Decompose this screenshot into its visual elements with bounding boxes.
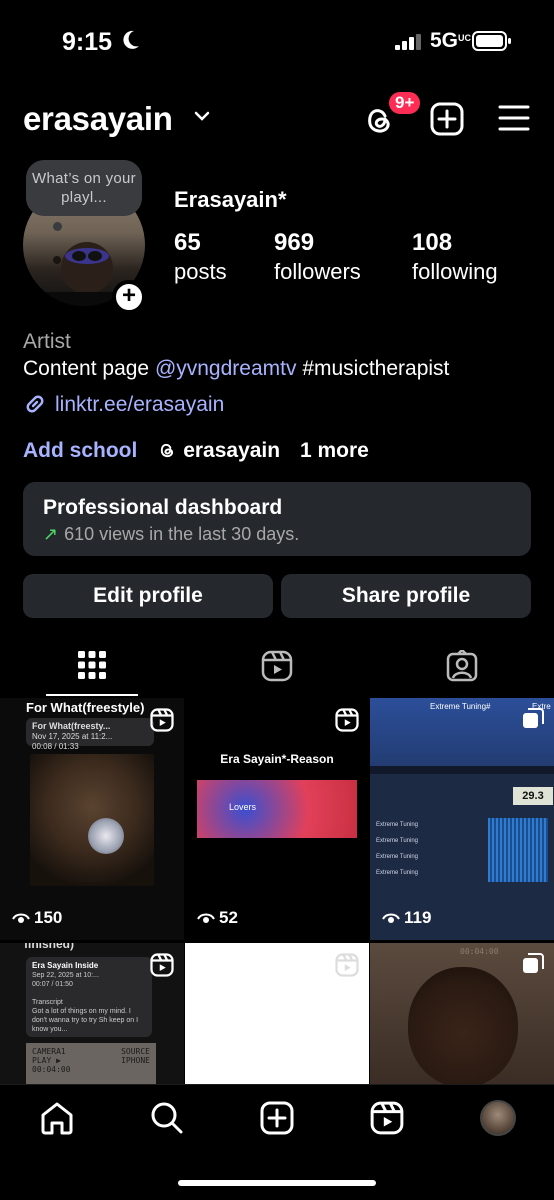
edit-profile-button[interactable]: Edit profile xyxy=(23,574,273,618)
search-icon[interactable] xyxy=(150,1101,184,1135)
link-icon xyxy=(26,395,44,413)
professional-dashboard[interactable]: Professional dashboard ↗ 610 views in the… xyxy=(23,482,531,556)
menu-icon[interactable] xyxy=(498,104,530,132)
stat-value: 969 xyxy=(274,229,315,256)
chevron-down-icon[interactable] xyxy=(194,110,210,122)
view-count: 119 xyxy=(382,908,431,928)
track-label: Extreme Tuning xyxy=(376,838,419,844)
carousel-icon xyxy=(523,708,544,728)
network-type: 5GUC xyxy=(430,29,472,52)
threads-profile-link[interactable]: erasayain xyxy=(157,439,280,462)
post-title: For What(freestyle) xyxy=(26,700,145,715)
eye-icon xyxy=(197,913,215,923)
voice-note-card: For What(freesty... Nov 17, 2025 at 11:2.… xyxy=(26,718,154,751)
grid-post[interactable]: Era Sayain*-Reason Lovers 52 xyxy=(185,698,369,940)
bio-mention-link[interactable]: @yvngdreamtv xyxy=(155,357,297,380)
tagged-icon[interactable] xyxy=(446,650,478,682)
more-links-button[interactable]: 1 more xyxy=(300,439,369,462)
home-icon[interactable] xyxy=(40,1101,74,1135)
reel-icon xyxy=(150,953,174,977)
profile-avatar-area: What’s on your playl... + xyxy=(23,160,146,314)
post-title: Era Sayain*-Reason xyxy=(220,752,334,766)
note-bubble-tail xyxy=(53,222,62,231)
active-tab-indicator xyxy=(46,694,138,696)
profile-links-row: Add school erasayain 1 more xyxy=(23,439,369,463)
username[interactable]: erasayain xyxy=(23,100,173,138)
daw-toolbar xyxy=(370,766,554,774)
daw-lcd: 29.3 xyxy=(513,787,553,805)
bio-link[interactable]: linktr.ee/erasayain xyxy=(23,393,224,417)
bio-text: Content page @yvngdreamtv #musictherapis… xyxy=(23,357,450,380)
track-label: Extreme Tuning xyxy=(376,854,419,860)
stat-posts[interactable]: 65 posts xyxy=(174,229,227,287)
grid-post[interactable]: Extreme Tuning# Extre 29.3 Extreme Tunin… xyxy=(370,698,554,940)
grid-post[interactable]: For What(freestyle) For What(freesty... N… xyxy=(0,698,184,940)
track-label: Extreme Tuning xyxy=(376,870,419,876)
camera-screen: CAMERA1 PLAY ▶ 00:04:00 SOURCE IPHONE xyxy=(26,1043,156,1084)
stat-label: following xyxy=(412,259,498,284)
threads-icon xyxy=(161,443,174,458)
audio-region xyxy=(488,818,548,882)
dashboard-title: Professional dashboard xyxy=(43,496,283,519)
eye-icon xyxy=(382,913,400,923)
battery-icon xyxy=(472,31,511,51)
profile-tabs xyxy=(0,642,554,698)
track-label: Extreme Tuning xyxy=(376,822,419,828)
stat-following[interactable]: 108 following xyxy=(412,229,498,287)
posts-grid: For What(freestyle) For What(freesty... N… xyxy=(0,698,554,1084)
status-time: 9:15 xyxy=(62,28,113,56)
add-school-link[interactable]: Add school xyxy=(23,439,137,462)
reels-icon[interactable] xyxy=(370,1101,404,1135)
stat-label: posts xyxy=(174,259,227,284)
stat-value: 65 xyxy=(174,229,201,256)
grid-icon[interactable] xyxy=(77,650,107,680)
grid-post[interactable] xyxy=(185,943,369,1084)
post-thumbnail xyxy=(30,754,154,886)
stat-value: 108 xyxy=(412,229,453,256)
grid-post[interactable]: 00:04:00 xyxy=(370,943,554,1084)
video-timestamp: 00:04:00 xyxy=(460,947,499,956)
moon-icon xyxy=(123,30,139,49)
notification-badge: 9+ xyxy=(386,89,424,117)
display-name: Erasayain* xyxy=(174,187,287,212)
voice-note-card: Era Sayain Inside Sep 22, 2025 at 10:... 0… xyxy=(26,957,152,1037)
post-thumbnail xyxy=(408,967,518,1084)
reel-icon xyxy=(150,708,174,732)
view-count: 150 xyxy=(12,908,62,928)
grid-post[interactable]: finished) Era Sayain Inside Sep 22, 2025 … xyxy=(0,943,184,1084)
carousel-icon xyxy=(523,953,544,973)
stat-label: followers xyxy=(274,259,361,284)
reel-icon xyxy=(335,708,359,732)
art-label: Lovers xyxy=(229,802,257,812)
dashboard-subtitle: ↗ 610 views in the last 30 days. xyxy=(43,524,300,544)
reels-icon[interactable] xyxy=(261,650,293,682)
reel-icon xyxy=(335,953,359,977)
chain-pendant xyxy=(88,818,124,854)
create-icon[interactable] xyxy=(260,1101,294,1135)
signal-icon xyxy=(395,34,421,50)
post-thumbnail xyxy=(197,780,357,838)
trend-up-icon: ↗ xyxy=(43,524,59,544)
status-bar: 9:15 5GUC xyxy=(0,0,554,84)
share-profile-button[interactable]: Share profile xyxy=(281,574,531,618)
post-title: finished) xyxy=(24,943,74,951)
home-indicator xyxy=(178,1180,376,1186)
view-count: 52 xyxy=(197,908,238,928)
profile-header: erasayain 9+ xyxy=(0,89,554,144)
profile-avatar-tab[interactable] xyxy=(480,1100,516,1136)
bio-link-text: linktr.ee/erasayain xyxy=(55,393,225,416)
note-bubble[interactable]: What’s on your playl... xyxy=(26,160,142,216)
eye-icon xyxy=(12,913,30,923)
track-title: Extreme Tuning# xyxy=(430,702,491,711)
profile-category: Artist xyxy=(23,330,71,353)
add-story-button[interactable]: + xyxy=(112,280,146,314)
stat-followers[interactable]: 969 followers xyxy=(274,229,361,287)
create-post-icon[interactable] xyxy=(430,102,464,136)
